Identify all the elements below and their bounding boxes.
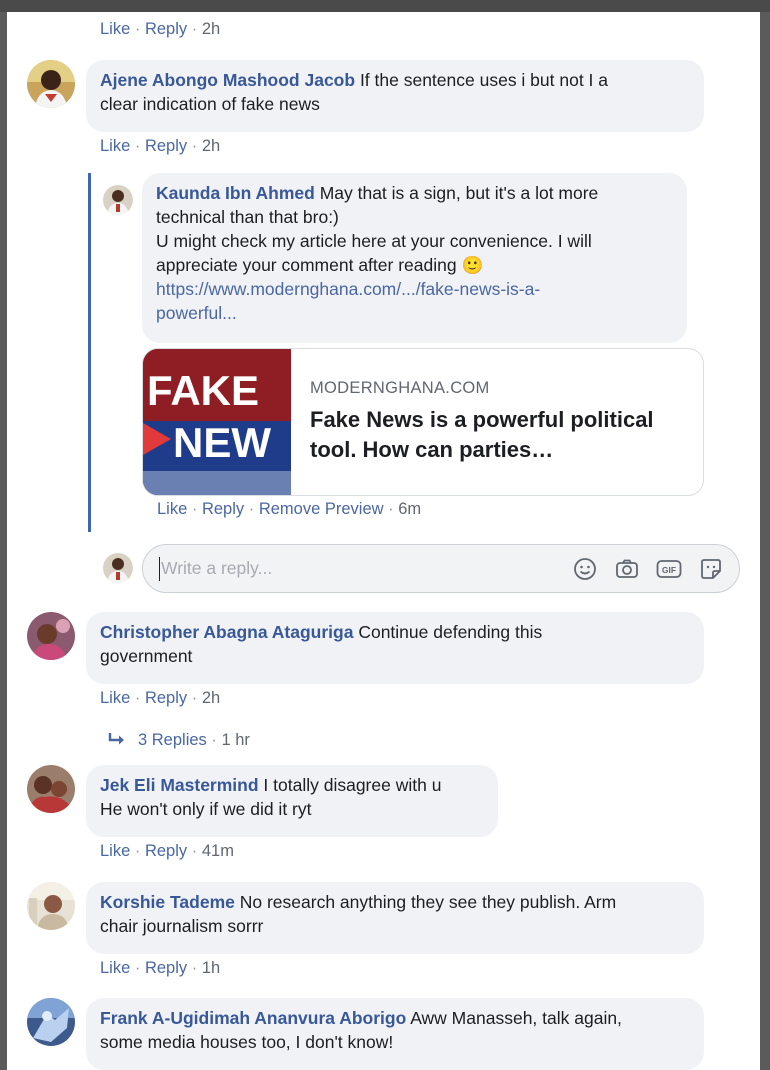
reply-link[interactable]: Reply bbox=[145, 959, 187, 977]
article-link[interactable]: https://www.modernghana.com/.../fake-new… bbox=[156, 279, 540, 299]
comment-bubble: Frank A-Ugidimah Ananvura Aborigo Aww Ma… bbox=[86, 998, 704, 1070]
profile-photo-icon bbox=[103, 185, 133, 215]
remove-preview-link[interactable]: Remove Preview bbox=[259, 500, 384, 518]
link-preview-card[interactable]: FAKE NEW MODERNGHANA.COM Fake News is a … bbox=[142, 348, 704, 496]
replies-timestamp: 1 hr bbox=[221, 731, 250, 749]
comment-text: Continue defending this bbox=[358, 622, 543, 642]
replies-count[interactable]: 3 Replies bbox=[138, 731, 207, 749]
comment-author[interactable]: Ajene Abongo Mashood Jacob bbox=[100, 70, 355, 90]
sticker-icon[interactable] bbox=[697, 555, 725, 583]
comment-text: I totally disagree with u bbox=[263, 775, 442, 795]
image-text-news: NEW bbox=[173, 419, 271, 466]
comment-actions: Like · Reply · 2h bbox=[100, 20, 221, 38]
comment-bubble: Christopher Abagna Ataguriga Continue de… bbox=[86, 612, 704, 684]
comment-text-cont: He won't only if we did it ryt bbox=[100, 799, 312, 819]
avatar[interactable] bbox=[27, 765, 75, 813]
comment-author[interactable]: Christopher Abagna Ataguriga bbox=[100, 622, 353, 642]
reply-bubble: Kaunda Ibn Ahmed May that is a sign, but… bbox=[142, 173, 687, 343]
comment-actions: Like · Reply · 41m bbox=[100, 842, 234, 860]
comment-timestamp[interactable]: 1h bbox=[202, 959, 220, 977]
reply-link[interactable]: Reply bbox=[202, 500, 244, 518]
comment-actions: Like · Reply · 2h bbox=[100, 689, 221, 707]
reply-text: appreciate your comment after reading bbox=[156, 255, 457, 275]
avatar[interactable] bbox=[27, 882, 75, 930]
reply-text: May that is a sign, but it's a lot more bbox=[319, 183, 599, 203]
comment-bubble: Korshie Tademe No research anything they… bbox=[86, 882, 704, 954]
profile-photo-icon bbox=[27, 765, 75, 813]
window-top-bar bbox=[0, 0, 770, 12]
reply-input[interactable] bbox=[159, 557, 543, 580]
view-replies-link[interactable]: 3 Replies · 1 hr bbox=[108, 731, 250, 750]
avatar[interactable] bbox=[103, 185, 133, 215]
profile-photo-icon bbox=[103, 553, 133, 583]
svg-text:GIF: GIF bbox=[662, 565, 676, 575]
profile-photo-icon bbox=[27, 882, 75, 930]
comment-timestamp[interactable]: 2h bbox=[202, 689, 220, 707]
comment-actions: Like · Reply · 2h bbox=[100, 137, 221, 155]
image-text-fake: FAKE bbox=[147, 367, 259, 414]
gif-icon[interactable]: GIF bbox=[655, 555, 683, 583]
write-reply-box: GIF bbox=[142, 544, 740, 593]
comment-text: No research anything they see they publi… bbox=[239, 892, 617, 912]
reply-actions: Like · Reply · Remove Preview · 6m bbox=[157, 500, 422, 518]
preview-image: FAKE NEW bbox=[143, 349, 291, 495]
like-link[interactable]: Like bbox=[100, 842, 130, 860]
like-link[interactable]: Like bbox=[100, 689, 130, 707]
comment-text: If the sentence uses i but not I a bbox=[359, 70, 609, 90]
reply-link[interactable]: Reply bbox=[145, 842, 187, 860]
comment-timestamp[interactable]: 2h bbox=[202, 137, 220, 155]
comment-text-cont: chair journalism sorrr bbox=[100, 916, 264, 936]
avatar[interactable] bbox=[27, 612, 75, 660]
avatar[interactable] bbox=[27, 60, 75, 108]
comment-author[interactable]: Frank A-Ugidimah Ananvura Aborigo bbox=[100, 1008, 406, 1028]
profile-photo-icon bbox=[27, 60, 75, 108]
reply-link[interactable]: Reply bbox=[145, 137, 187, 155]
reply-timestamp[interactable]: 6m bbox=[398, 500, 421, 518]
reply-text: technical than that bro:) bbox=[156, 207, 339, 227]
reply-arrow-icon bbox=[108, 733, 124, 745]
like-link[interactable]: Like bbox=[100, 20, 130, 38]
reply-text: U might check my article here at your co… bbox=[156, 231, 592, 251]
like-link[interactable]: Like bbox=[100, 137, 130, 155]
comment-actions: Like · Reply · 1h bbox=[100, 959, 221, 977]
comment-timestamp[interactable]: 41m bbox=[202, 842, 234, 860]
profile-photo-icon bbox=[27, 612, 75, 660]
emoji-icon[interactable] bbox=[571, 555, 599, 583]
camera-icon[interactable] bbox=[613, 555, 641, 583]
comment-text-cont: clear indication of fake news bbox=[100, 94, 320, 114]
avatar bbox=[103, 553, 133, 583]
preview-title[interactable]: Fake News is a powerful political tool. … bbox=[310, 405, 690, 465]
comment-text-cont: some media houses too, I don't know! bbox=[100, 1032, 394, 1052]
preview-domain: MODERNGHANA.COM bbox=[310, 379, 490, 397]
article-link-cont[interactable]: powerful... bbox=[156, 303, 237, 323]
comment-bubble: Ajene Abongo Mashood Jacob If the senten… bbox=[86, 60, 704, 132]
comment-text-cont: government bbox=[100, 646, 193, 666]
profile-photo-icon bbox=[27, 998, 75, 1046]
comment-timestamp[interactable]: 2h bbox=[202, 20, 220, 38]
text-caret bbox=[159, 557, 160, 581]
reply-link[interactable]: Reply bbox=[145, 689, 187, 707]
comment-bubble: Jek Eli Mastermind I totally disagree wi… bbox=[86, 765, 498, 837]
comment-text: Aww Manasseh, talk again, bbox=[410, 1008, 622, 1028]
reply-thread-line bbox=[88, 173, 91, 532]
smile-emoji-icon: 🙂 bbox=[461, 255, 484, 275]
avatar[interactable] bbox=[27, 998, 75, 1046]
fake-news-image-icon: FAKE NEW bbox=[143, 349, 291, 495]
like-link[interactable]: Like bbox=[157, 500, 187, 518]
comment-author[interactable]: Jek Eli Mastermind bbox=[100, 775, 259, 795]
comment-author[interactable]: Korshie Tademe bbox=[100, 892, 235, 912]
reply-link[interactable]: Reply bbox=[145, 20, 187, 38]
reply-author[interactable]: Kaunda Ibn Ahmed bbox=[156, 183, 315, 203]
like-link[interactable]: Like bbox=[100, 959, 130, 977]
